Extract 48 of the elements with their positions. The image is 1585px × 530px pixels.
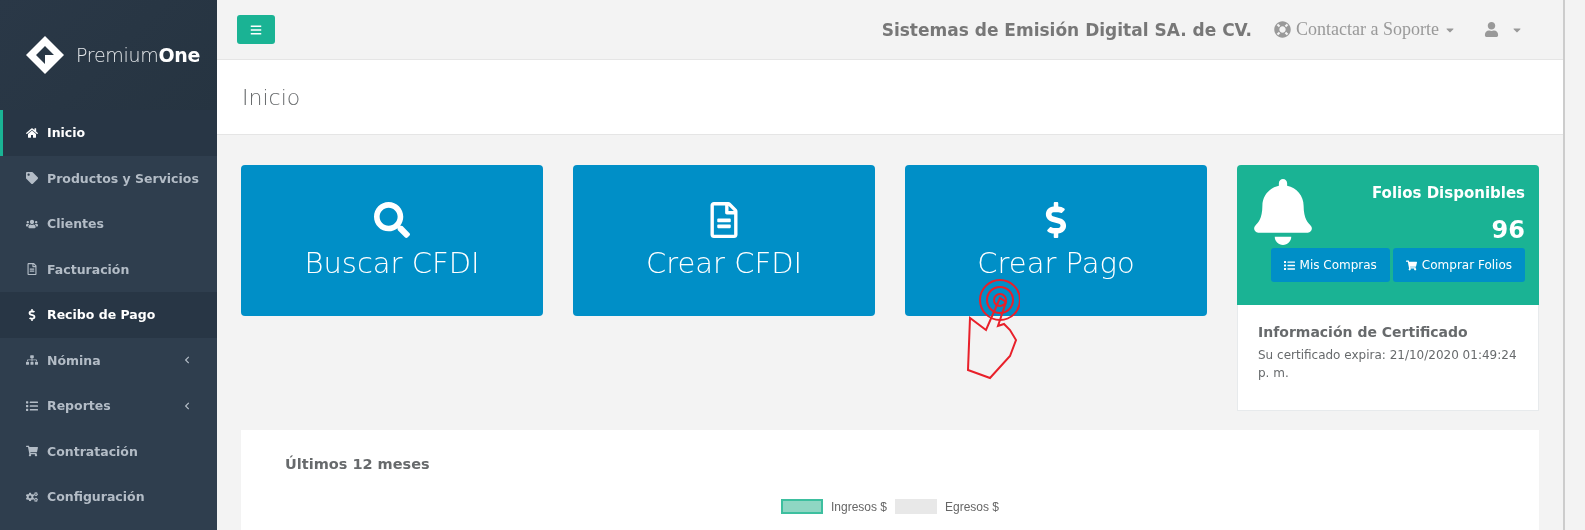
action-tile[interactable]: Crear CFDI bbox=[573, 165, 875, 316]
sidebar-label: Inicio bbox=[47, 125, 86, 141]
tile-label: Crear CFDI bbox=[645, 245, 803, 280]
sidebar-label: Recibo de Pago bbox=[47, 307, 156, 323]
sidebar-label: Facturación bbox=[47, 261, 130, 277]
list-icon bbox=[26, 399, 38, 412]
sitemap-icon bbox=[26, 354, 38, 367]
tile-label: Crear Pago bbox=[977, 245, 1135, 280]
gears-icon bbox=[26, 490, 38, 503]
list-icon bbox=[1283, 259, 1295, 271]
sidebar-label: Contratación bbox=[47, 443, 138, 459]
users-icon bbox=[26, 217, 38, 230]
sidebar-label: Configuración bbox=[47, 489, 145, 505]
folios-button[interactable]: Comprar Folios bbox=[1392, 248, 1525, 282]
certificate-text: Su certificado expira: 21/10/2020 01:49:24 p. m. bbox=[1258, 347, 1518, 382]
sidebar-label: Productos y Servicios bbox=[47, 170, 199, 186]
action-tile[interactable]: Buscar CFDI bbox=[241, 165, 543, 316]
legend-label: Egresos $ bbox=[945, 499, 1000, 514]
user-menu-button[interactable] bbox=[1484, 22, 1523, 37]
sidebar-label: Nómina bbox=[47, 352, 101, 368]
brand-name: PremiumOne bbox=[76, 44, 201, 66]
logo-icon bbox=[24, 34, 66, 76]
sidebar-label: Clientes bbox=[47, 216, 104, 232]
tag-icon bbox=[26, 172, 38, 185]
search-icon bbox=[374, 201, 410, 238]
home-icon bbox=[26, 126, 38, 139]
menu-button[interactable] bbox=[237, 15, 275, 44]
sidebar-item[interactable]: Recibo de Pago bbox=[0, 292, 217, 338]
folios-title: Folios Disponibles bbox=[1371, 184, 1525, 202]
page-title: Inicio bbox=[242, 84, 301, 110]
cart-icon bbox=[26, 445, 38, 458]
lifebuoy-icon bbox=[1274, 21, 1292, 38]
action-tile[interactable]: Crear Pago bbox=[905, 165, 1207, 316]
menu-icon bbox=[250, 23, 262, 36]
folios-button[interactable]: Mis Compras bbox=[1270, 248, 1390, 282]
legend-label: Ingresos $ bbox=[830, 499, 887, 514]
user-icon bbox=[1484, 22, 1499, 37]
folios-count: 96 bbox=[1491, 216, 1525, 244]
tile-label: Buscar CFDI bbox=[304, 245, 480, 280]
sidebar-label: Reportes bbox=[47, 398, 111, 414]
company-name: Sistemas de Emisión Digital SA. de CV. bbox=[881, 19, 1253, 40]
bell-icon bbox=[1251, 179, 1315, 245]
document-icon bbox=[26, 263, 38, 276]
chart-title: Últimos 12 meses bbox=[285, 456, 430, 472]
dollar-icon bbox=[26, 308, 38, 321]
sidebar-item[interactable]: Inicio bbox=[0, 110, 217, 156]
certificate-title: Información de Certificado bbox=[1258, 324, 1469, 340]
cart-icon bbox=[1405, 259, 1417, 271]
